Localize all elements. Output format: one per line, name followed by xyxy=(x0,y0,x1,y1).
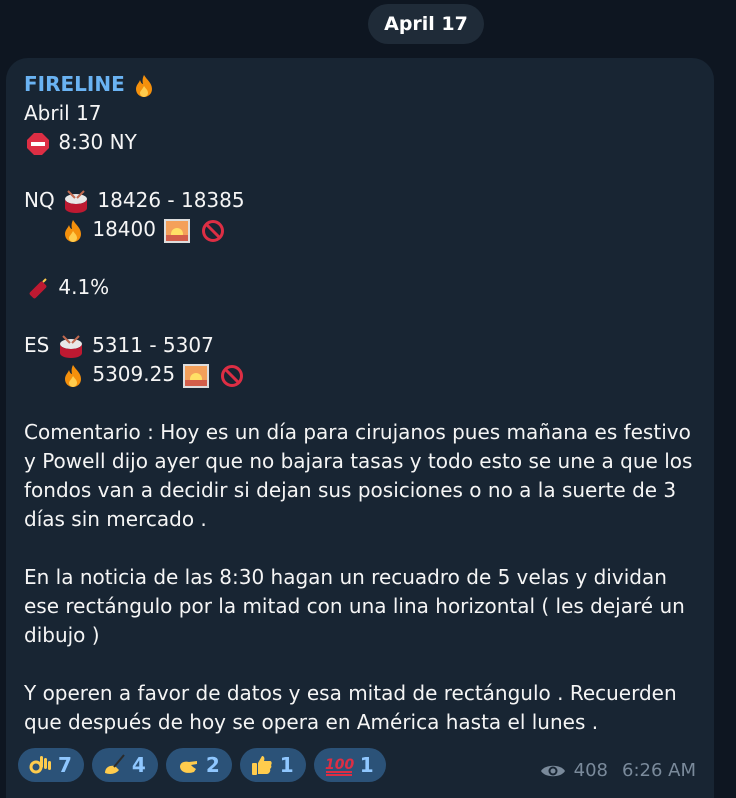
es-range: 5311 - 5307 xyxy=(92,333,214,357)
nq-target: 18400 xyxy=(92,217,156,241)
message-bubble[interactable]: FIRELINE Abril 17 8:30 NY NQ 18426 - 183… xyxy=(6,58,714,798)
reaction-count: 1 xyxy=(359,753,374,777)
reaction-count: 1 xyxy=(279,753,294,777)
time-line: 8:30 NY xyxy=(24,128,704,157)
time-text: 8:30 NY xyxy=(58,130,137,154)
percent-value: 4.1% xyxy=(58,275,110,299)
fire-icon xyxy=(65,364,81,387)
comment-paragraph: Comentario : Hoy es un día para cirujano… xyxy=(24,420,693,531)
fire-icon xyxy=(65,219,81,242)
stop-sign-icon xyxy=(27,132,49,155)
es-label: ES xyxy=(24,333,50,357)
sunrise-icon xyxy=(164,218,191,243)
sender-name[interactable]: FIRELINE xyxy=(24,72,125,96)
closing-paragraph: Y operen a favor de datos y esa mitad de… xyxy=(24,681,677,734)
percent-line: 4.1% xyxy=(24,273,704,302)
reaction-count: 7 xyxy=(58,753,72,777)
reaction-hundred-points[interactable]: 100 1 xyxy=(313,748,386,782)
message-time: 6:26 AM xyxy=(622,760,696,781)
es-target-line: 5309.25 xyxy=(24,360,704,389)
sender-line: FIRELINE xyxy=(24,70,704,99)
thumbs-up-icon xyxy=(251,756,272,775)
reactions-bar: 7 4 2 1 100 1 xyxy=(18,748,386,782)
pinching-hand-icon xyxy=(179,761,197,773)
sunrise-icon xyxy=(183,363,210,388)
date-label: April 17 xyxy=(384,13,468,35)
reaction-writing-hand[interactable]: 4 xyxy=(91,748,158,782)
reaction-ok-hand[interactable]: 7 xyxy=(18,748,84,782)
firecracker-icon xyxy=(29,277,47,298)
eye-icon xyxy=(540,765,565,776)
nq-line: NQ 18426 - 18385 xyxy=(24,186,704,215)
prohibited-icon xyxy=(220,364,243,387)
message-meta: 408 6:26 AM xyxy=(540,760,696,781)
writing-hand-icon xyxy=(104,754,125,774)
prohibited-icon xyxy=(201,219,224,242)
fire-icon xyxy=(136,74,153,97)
date-text: Abril 17 xyxy=(24,101,102,125)
nq-label: NQ xyxy=(24,188,55,212)
es-target: 5309.25 xyxy=(92,362,176,386)
date-separator: April 17 xyxy=(368,4,484,44)
nq-range: 18426 - 18385 xyxy=(97,188,245,212)
ok-hand-icon xyxy=(29,756,51,774)
reaction-pinching-hand[interactable]: 2 xyxy=(165,748,232,782)
reaction-count: 4 xyxy=(131,753,146,777)
instruction-paragraph: En la noticia de las 8:30 hagan un recua… xyxy=(24,565,685,647)
message-text: FIRELINE Abril 17 8:30 NY NQ 18426 - 183… xyxy=(24,70,704,737)
svg-text:100: 100 xyxy=(325,757,354,773)
es-line: ES 5311 - 5307 xyxy=(24,331,704,360)
view-count: 408 xyxy=(573,760,608,781)
drum-icon xyxy=(65,189,88,213)
nq-target-line: 18400 xyxy=(24,215,704,244)
drum-icon xyxy=(59,334,82,358)
reaction-count: 2 xyxy=(205,753,220,777)
reaction-thumbs-up[interactable]: 1 xyxy=(239,748,306,782)
hundred-points-icon: 100 xyxy=(325,757,354,776)
